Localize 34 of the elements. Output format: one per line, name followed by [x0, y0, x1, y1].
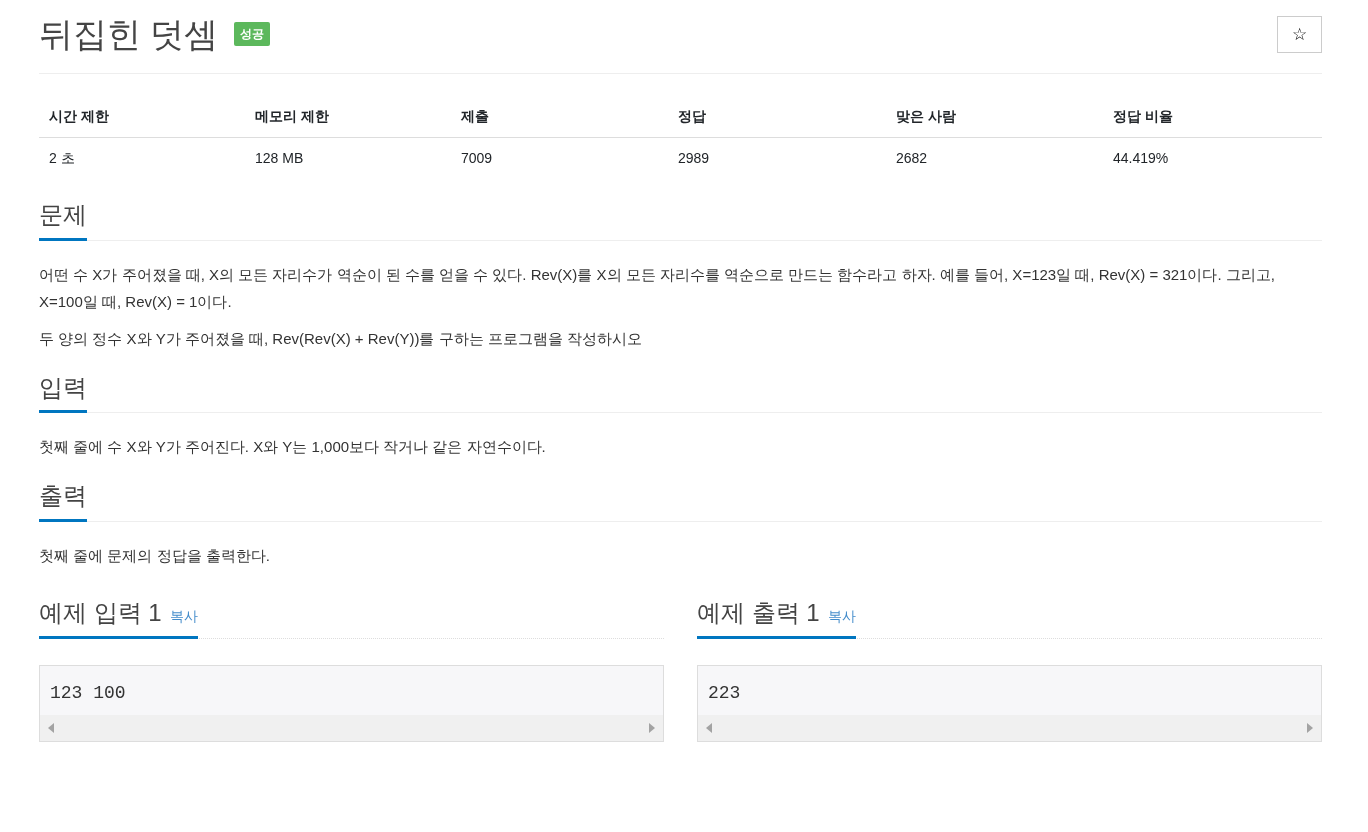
section-heading: 출력 — [39, 482, 87, 523]
result-badge: 성공 — [234, 22, 271, 47]
paragraph: 어떤 수 X가 주어졌을 때, X의 모든 자리수가 역순이 된 수를 얻을 수 있다. Rev(X)를 X의 모든 자리수를 역순으로 만드는 함수라고 하자. 예를 들어, X=123일 때, Rev(X) = 321이다. 그리고, X=100일 때, Rev(X) = 1이다. — [39, 264, 1276, 312]
section-heading: 문제 — [39, 200, 87, 241]
problem-title: 뒤집힌 덧셈 — [39, 14, 219, 55]
column-header: 정답 비율 — [1103, 95, 1322, 138]
column-header: 메모리 제한 — [245, 95, 451, 138]
scrollbar[interactable] — [698, 715, 1321, 741]
paragraph: 첫째 줄에 수 X와 Y가 주어진다. X와 Y는 1,000보다 작거나 같은 자연수이다. — [39, 437, 547, 458]
star-button[interactable]: ☆ — [1277, 15, 1322, 53]
sample-text: 223 — [707, 682, 742, 705]
scroll-left-icon[interactable] — [48, 723, 54, 733]
table-cell: 7009 — [451, 137, 668, 179]
table-cell: 2 초 — [39, 137, 245, 179]
table-cell: 2682 — [886, 137, 1103, 179]
scroll-right-icon[interactable] — [649, 723, 655, 733]
sample-heading: 예제 입력 1 — [39, 599, 162, 628]
scrollbar[interactable] — [40, 715, 663, 741]
copy-link[interactable]: 복사 — [169, 606, 198, 628]
column-header: 정답 — [668, 95, 886, 138]
column-header: 시간 제한 — [39, 95, 245, 138]
column-header: 맞은 사람 — [886, 95, 1103, 138]
scroll-right-icon[interactable] — [1307, 723, 1313, 733]
table-cell: 44.419% — [1103, 137, 1322, 179]
sample-heading: 예제 출력 1 — [697, 599, 820, 628]
table-cell: 128 MB — [245, 137, 451, 179]
table-cell: 2989 — [668, 137, 886, 179]
column-header: 제출 — [451, 95, 668, 138]
scroll-left-icon[interactable] — [706, 723, 712, 733]
section-heading: 입력 — [39, 373, 87, 414]
sample-text: 123 100 — [49, 682, 127, 705]
paragraph: 첫째 줄에 문제의 정답을 출력한다. — [39, 546, 271, 567]
paragraph: 두 양의 정수 X와 Y가 주어졌을 때, Rev(Rev(X) + Rev(Y))를 구하는 프로그램을 작성하시오 — [39, 328, 643, 349]
copy-link[interactable]: 복사 — [827, 606, 856, 628]
